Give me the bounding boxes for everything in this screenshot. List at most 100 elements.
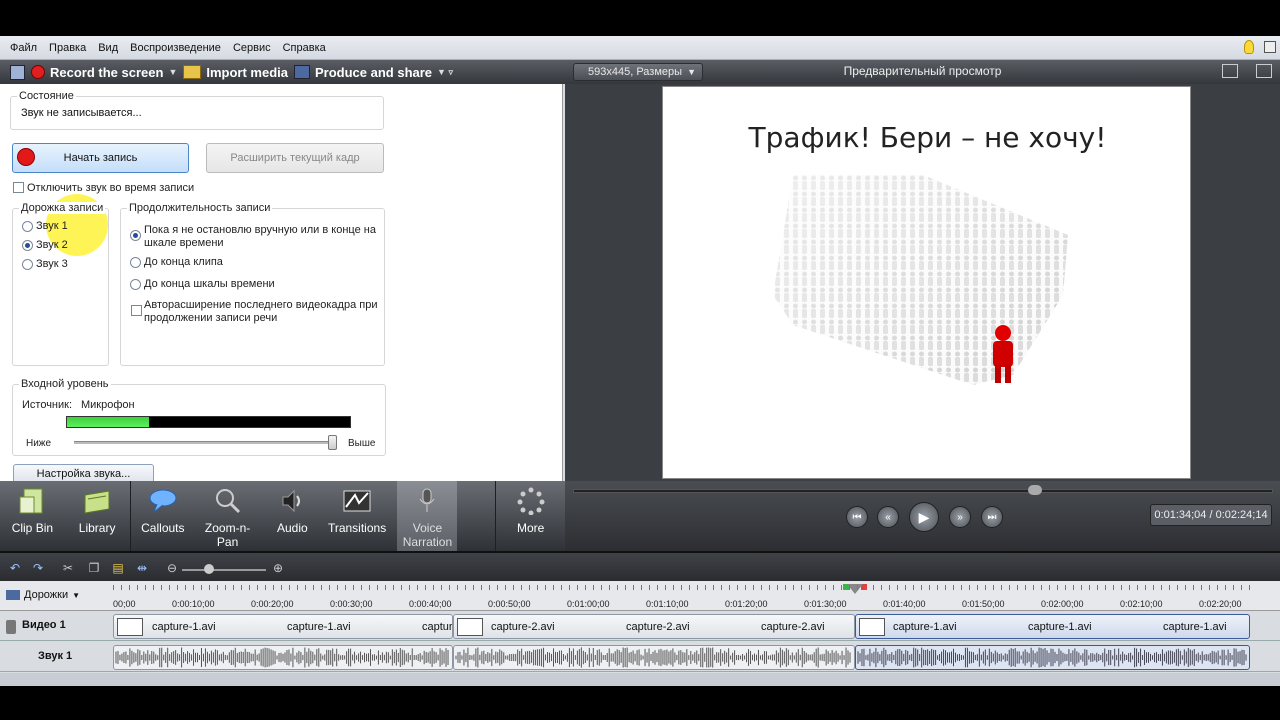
video-clip[interactable]: capture-2.avi capture-2.avi capture-2.av…: [453, 614, 855, 639]
preview-canvas[interactable]: Трафик! Бери – не хочу!: [662, 86, 1191, 479]
audio-clip-selected[interactable]: [855, 645, 1250, 670]
ruler-tick: [1193, 585, 1194, 590]
copy-icon[interactable]: ❐: [86, 561, 102, 575]
mute-audio-checkbox[interactable]: [13, 182, 24, 193]
playback-scrubber[interactable]: [573, 489, 1273, 493]
menu-file[interactable]: Файл: [4, 42, 43, 54]
minimize-window-button[interactable]: [1264, 41, 1276, 53]
ruler-tick: [1169, 585, 1170, 590]
timeline-zoom-slider[interactable]: [182, 569, 266, 571]
menu-playback[interactable]: Воспроизведение: [124, 42, 227, 54]
audio-waveform: [115, 647, 449, 668]
ruler-tick-label: 0:00:40;00: [409, 599, 452, 609]
audio-track-label: Звук 1: [38, 650, 73, 662]
input-volume-slider-track[interactable]: [74, 441, 336, 444]
cut-icon[interactable]: ✂: [60, 561, 76, 575]
ruler-tick-label: 0:01:30;00: [804, 599, 847, 609]
ruler-tick: [1017, 585, 1018, 590]
source-value[interactable]: Микрофон: [81, 399, 135, 411]
tab-clip-bin[interactable]: Clip Bin: [0, 481, 65, 551]
save-icon[interactable]: [10, 64, 25, 80]
record-screen-button[interactable]: Record the screen ▼: [31, 65, 177, 80]
ruler-tick: [1209, 585, 1210, 590]
clip-label: capture-2.avi: [491, 621, 555, 633]
tab-audio[interactable]: Audio: [260, 481, 325, 551]
rewind-button[interactable]: «: [877, 506, 899, 528]
duration-clip-end-radio[interactable]: [130, 257, 141, 268]
fit-preview-icon[interactable]: [1222, 64, 1238, 78]
start-recording-button[interactable]: Начать запись: [12, 143, 189, 173]
recording-track-group: Дорожка записи Звук 1 Звук 2 Звук 3: [12, 202, 109, 366]
ruler-tick: [177, 585, 178, 590]
detach-preview-icon[interactable]: [1256, 64, 1272, 78]
track-2-radio[interactable]: [22, 240, 33, 251]
tab-library[interactable]: Library: [65, 481, 130, 551]
skip-back-icon: ⏮: [852, 511, 862, 523]
video-clip-selected[interactable]: capture-1.avi capture-1.avi capture-1.av…: [855, 614, 1250, 639]
fast-forward-button[interactable]: »: [949, 506, 971, 528]
menu-view[interactable]: Вид: [92, 42, 124, 54]
track-1-radio[interactable]: [22, 221, 33, 232]
play-button[interactable]: ▶: [909, 502, 939, 532]
duration-manual-radio[interactable]: [130, 230, 141, 241]
ruler-tick: [881, 585, 882, 590]
produce-share-button[interactable]: Produce and share ▼ ▿: [293, 65, 453, 80]
audio-clip[interactable]: [453, 645, 855, 670]
ruler-tick: [505, 585, 506, 590]
timeline-zoom-thumb[interactable]: [204, 564, 214, 574]
undo-icon[interactable]: ↶: [7, 561, 23, 575]
zoom-in-icon[interactable]: ⊕: [270, 561, 286, 575]
extend-frame-button[interactable]: Расширить текущий кадр: [206, 143, 384, 173]
video-clip[interactable]: capture-1.avi capture-1.avi captur: [113, 614, 453, 639]
duration-legend: Продолжительность записи: [127, 202, 273, 214]
timeline-ruler[interactable]: Дорожки ▼ 00;00 0:00:10;00 0:00:20;00 0:00:…: [0, 581, 1280, 611]
ruler-tick: [449, 585, 450, 590]
tab-zoom-n-pan[interactable]: Zoom-n-Pan: [195, 481, 260, 551]
timeline-scrollbar[interactable]: [0, 673, 1280, 686]
lightbulb-icon[interactable]: [1244, 40, 1254, 54]
preview-toolbar: 593x445, Размеры ▼ Предварительный просм…: [565, 60, 1280, 84]
tab-callouts[interactable]: Callouts: [130, 481, 195, 551]
menu-edit[interactable]: Правка: [43, 42, 92, 54]
jump-end-button[interactable]: ⏭: [981, 506, 1003, 528]
ruler-tick: [545, 585, 546, 590]
jump-start-button[interactable]: ⏮: [846, 506, 868, 528]
menu-bar: Файл Правка Вид Воспроизведение Сервис С…: [0, 36, 1280, 60]
redo-icon[interactable]: ↷: [30, 561, 46, 575]
track-lock-icon[interactable]: [6, 620, 16, 634]
split-icon[interactable]: ⇹: [134, 561, 150, 575]
paste-icon[interactable]: ▤: [110, 561, 126, 575]
track-1-label: Звук 1: [36, 220, 68, 232]
ruler-tick-label: 0:01:10;00: [646, 599, 689, 609]
tab-more[interactable]: More: [496, 481, 565, 551]
ruler-tick: [201, 585, 202, 590]
scrubber-thumb[interactable]: [1028, 485, 1042, 495]
track-3-radio[interactable]: [22, 259, 33, 270]
tab-voice-narration[interactable]: Voice Narration: [397, 481, 458, 551]
ruler-tick: [729, 585, 730, 590]
track-2-label: Звук 2: [36, 239, 68, 251]
rewind-icon: «: [885, 511, 891, 523]
ruler-tick: [633, 585, 634, 590]
import-media-button[interactable]: Import media: [183, 65, 288, 80]
tracks-dropdown[interactable]: Дорожки ▼: [6, 589, 80, 601]
audio-clip[interactable]: [113, 645, 453, 670]
recording-track-legend: Дорожка записи: [19, 202, 106, 214]
menu-tools[interactable]: Сервис: [227, 42, 277, 54]
playhead-marker[interactable]: [843, 584, 867, 594]
clip-thumbnail: [457, 618, 483, 636]
menu-help[interactable]: Справка: [277, 42, 332, 54]
zoom-out-icon[interactable]: ⊖: [164, 561, 180, 575]
ruler-tick: [1161, 585, 1162, 590]
ruler-tick: [1065, 585, 1066, 590]
ruler-tick: [1089, 585, 1090, 590]
tab-transitions[interactable]: Transitions: [325, 481, 390, 551]
duration-timeline-end-radio[interactable]: [130, 279, 141, 290]
audio-track: Звук 1: [0, 642, 1280, 672]
ruler-tick: [1217, 585, 1218, 590]
input-volume-slider-thumb[interactable]: [328, 435, 338, 450]
ruler-tick: [225, 585, 226, 590]
clip-label: captur: [422, 621, 453, 633]
slide-title: Трафик! Бери – не хочу!: [748, 121, 1107, 154]
autoextend-checkbox[interactable]: [131, 305, 142, 316]
